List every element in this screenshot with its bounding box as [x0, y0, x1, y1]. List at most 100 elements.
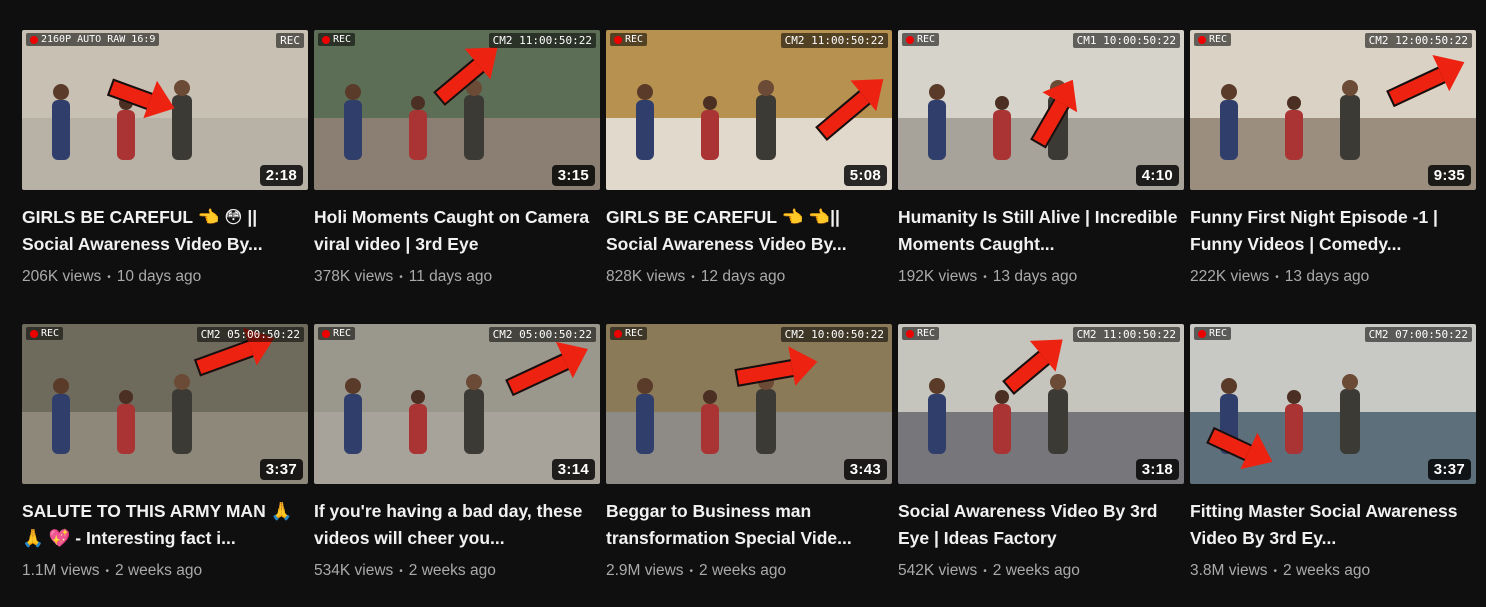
video-card[interactable]: REC CM2 12:00:50:22 9:35 Funny First Nig… [1190, 30, 1476, 302]
upload-age: 10 days ago [116, 268, 202, 285]
video-duration: 4:10 [1135, 165, 1179, 186]
separator-dot: • [107, 271, 111, 283]
camera-timestamp: CM2 11:00:50:22 [780, 33, 888, 48]
video-thumbnail[interactable]: REC CM2 05:00:50:22 3:14 [314, 324, 600, 484]
view-count: 534K views [314, 562, 394, 579]
video-title[interactable]: GIRLS BE CAREFUL 👈 👈|| Social Awareness … [606, 204, 892, 258]
video-metadata: 542K views • 2 weeks ago [898, 562, 1184, 580]
record-dot-icon [322, 329, 330, 338]
video-metadata: 1.1M views • 2 weeks ago [22, 562, 308, 580]
video-card[interactable]: REC CM2 05:00:50:22 3:14 If you're havin… [314, 324, 600, 596]
camera-timestamp: CM2 11:00:50:22 [488, 33, 596, 48]
camera-timestamp: CM2 10:00:50:22 [780, 327, 888, 342]
video-duration: 3:14 [551, 459, 595, 480]
upload-age: 2 weeks ago [115, 562, 203, 579]
video-duration: 3:43 [843, 459, 887, 480]
video-card[interactable]: REC CM2 11:00:50:22 5:08 GIRLS BE CAREFU… [606, 30, 892, 302]
video-title[interactable]: Fitting Master Social Awareness Video By… [1190, 498, 1476, 552]
camera-overlay-left: 2160P AUTO RAW 16:9 [26, 33, 160, 46]
upload-age: 2 weeks ago [992, 562, 1080, 579]
video-duration: 3:15 [551, 165, 595, 186]
camera-left-label: REC [333, 328, 352, 339]
record-dot-icon [614, 35, 622, 44]
separator-dot: • [1273, 565, 1278, 577]
separator-dot: • [1275, 271, 1279, 283]
upload-age: 13 days ago [992, 268, 1078, 285]
video-card[interactable]: REC CM2 05:00:50:22 3:37 SALUTE TO THIS … [22, 324, 308, 596]
separator-dot: • [983, 271, 987, 283]
record-dot-icon [30, 329, 38, 338]
record-dot-icon [614, 329, 622, 338]
camera-overlay-left: REC [318, 33, 356, 46]
video-card[interactable]: REC CM2 10:00:50:22 3:43 Beggar to Busin… [606, 324, 892, 596]
camera-overlay-left: REC [1194, 327, 1232, 340]
video-grid: 2160P AUTO RAW 16:9 REC 2:18 GIRLS BE CA… [22, 30, 1476, 596]
video-metadata: 828K views • 12 days ago [606, 268, 892, 286]
video-title[interactable]: Funny First Night Episode -1 | Funny Vid… [1190, 204, 1476, 258]
separator-dot: • [105, 565, 110, 577]
camera-timestamp: CM2 05:00:50:22 [488, 327, 596, 342]
record-dot-icon [906, 329, 914, 338]
camera-left-label: REC [917, 34, 936, 45]
camera-left-label: REC [625, 34, 644, 45]
video-duration: 3:37 [259, 459, 303, 480]
video-duration: 2:18 [259, 165, 303, 186]
camera-overlay-left: REC [26, 327, 64, 340]
video-title[interactable]: If you're having a bad day, these videos… [314, 498, 600, 552]
video-metadata: 2.9M views • 2 weeks ago [606, 562, 892, 580]
video-title[interactable]: GIRLS BE CAREFUL 👈 😳 || Social Awareness… [22, 204, 308, 258]
video-duration: 5:08 [843, 165, 887, 186]
view-count: 192K views [898, 268, 978, 285]
video-thumbnail[interactable]: REC CM2 11:00:50:22 3:15 [314, 30, 600, 190]
record-dot-icon [30, 35, 38, 44]
video-duration: 3:37 [1427, 459, 1471, 480]
camera-left-label: REC [41, 328, 60, 339]
record-dot-icon [1198, 35, 1206, 44]
camera-left-label: 2160P AUTO RAW 16:9 [41, 34, 156, 45]
camera-overlay-left: REC [902, 327, 940, 340]
video-thumbnail[interactable]: REC CM2 11:00:50:22 3:18 [898, 324, 1184, 484]
camera-left-label: REC [333, 34, 352, 45]
video-metadata: 222K views • 13 days ago [1190, 268, 1476, 286]
video-metadata: 206K views • 10 days ago [22, 268, 308, 286]
video-thumbnail[interactable]: REC CM2 05:00:50:22 3:37 [22, 324, 308, 484]
video-thumbnail[interactable]: REC CM2 07:00:50:22 3:37 [1190, 324, 1476, 484]
camera-left-label: REC [625, 328, 644, 339]
video-thumbnail[interactable]: REC CM2 11:00:50:22 5:08 [606, 30, 892, 190]
video-card[interactable]: REC CM2 07:00:50:22 3:37 Fitting Master … [1190, 324, 1476, 596]
record-dot-icon [322, 35, 330, 44]
video-thumbnail[interactable]: REC CM1 10:00:50:22 4:10 [898, 30, 1184, 190]
camera-overlay-left: REC [1194, 33, 1232, 46]
video-metadata: 3.8M views • 2 weeks ago [1190, 562, 1476, 580]
view-count: 378K views [314, 268, 394, 285]
view-count: 222K views [1190, 268, 1270, 285]
video-card[interactable]: 2160P AUTO RAW 16:9 REC 2:18 GIRLS BE CA… [22, 30, 308, 302]
camera-timestamp: CM1 10:00:50:22 [1072, 33, 1180, 48]
video-thumbnail[interactable]: REC CM2 10:00:50:22 3:43 [606, 324, 892, 484]
video-card[interactable]: REC CM1 10:00:50:22 4:10 Humanity Is Sti… [898, 30, 1184, 302]
video-metadata: 378K views • 11 days ago [314, 268, 600, 286]
video-thumbnail[interactable]: REC CM2 12:00:50:22 9:35 [1190, 30, 1476, 190]
camera-left-label: REC [917, 328, 936, 339]
view-count: 828K views [606, 268, 686, 285]
view-count: 3.8M views [1190, 562, 1268, 579]
video-card[interactable]: REC CM2 11:00:50:22 3:18 Social Awarenes… [898, 324, 1184, 596]
video-title[interactable]: SALUTE TO THIS ARMY MAN 🙏 🙏 💖 - Interest… [22, 498, 308, 552]
video-metadata: 534K views • 2 weeks ago [314, 562, 600, 580]
video-title[interactable]: Humanity Is Still Alive | Incredible Mom… [898, 204, 1184, 258]
camera-timestamp: CM2 05:00:50:22 [196, 327, 304, 342]
upload-age: 2 weeks ago [408, 562, 496, 579]
upload-age: 2 weeks ago [1283, 562, 1371, 579]
separator-dot: • [399, 565, 403, 577]
camera-overlay-left: REC [902, 33, 940, 46]
video-card[interactable]: REC CM2 11:00:50:22 3:15 Holi Moments Ca… [314, 30, 600, 302]
separator-dot: • [691, 271, 695, 283]
video-title[interactable]: Holi Moments Caught on Camera viral vide… [314, 204, 600, 258]
video-title[interactable]: Social Awareness Video By 3rd Eye | Idea… [898, 498, 1184, 552]
video-duration: 9:35 [1427, 165, 1471, 186]
video-thumbnail[interactable]: 2160P AUTO RAW 16:9 REC 2:18 [22, 30, 308, 190]
view-count: 2.9M views [606, 562, 684, 579]
video-title[interactable]: Beggar to Business man transformation Sp… [606, 498, 892, 552]
camera-timestamp: CM2 07:00:50:22 [1364, 327, 1472, 342]
record-dot-icon [1198, 329, 1206, 338]
